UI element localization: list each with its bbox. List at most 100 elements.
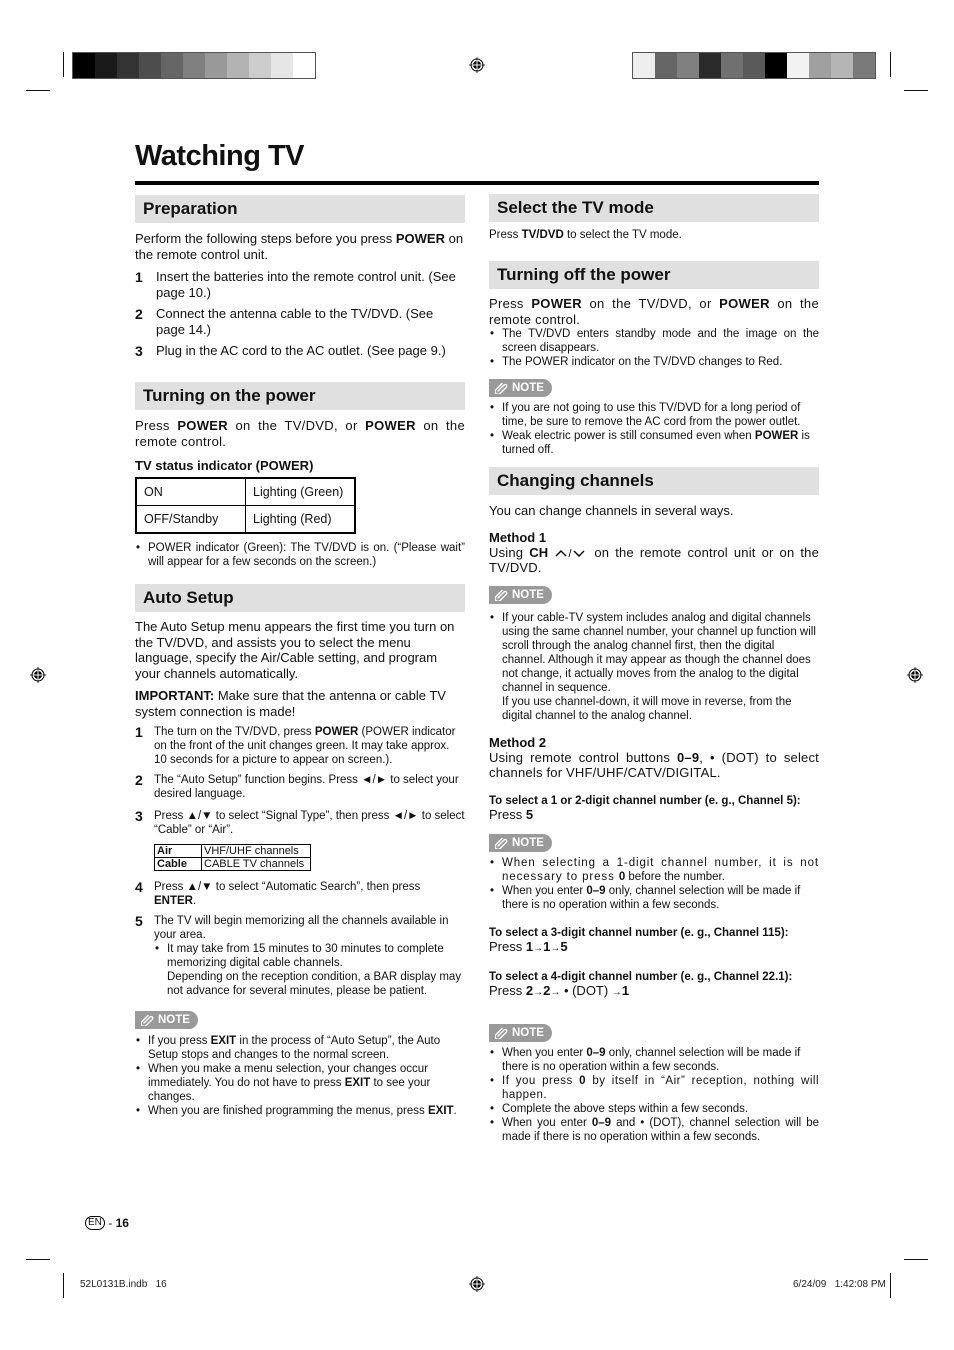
- color-swatch: [677, 53, 699, 78]
- step-item: 3 Press ▲/▼ to select “Signal Type”, then…: [135, 809, 465, 837]
- crop-mark: [26, 90, 50, 91]
- channel-up-down-icon: /: [555, 548, 585, 560]
- arrow-right-icon: →: [550, 986, 561, 998]
- select-3-digit-label: To select a 3-digit channel number (e. g…: [489, 927, 789, 939]
- key: • (DOT): [563, 982, 609, 998]
- color-swatch: [853, 53, 875, 78]
- text: POWER: [754, 430, 799, 442]
- power-off-section: Turning off the power Press POWER on the…: [489, 261, 819, 457]
- color-swatch: [809, 53, 831, 78]
- bullet: •: [136, 542, 141, 554]
- note-badge: NOTE: [489, 1024, 552, 1042]
- text: on the TV/DVD, or: [581, 296, 720, 311]
- text: Perform the following steps before you p…: [135, 231, 396, 246]
- step-number: 2: [135, 772, 143, 788]
- bullet-item: • When selecting a 1-digit channel number…: [489, 856, 819, 884]
- text: POWER: [177, 418, 228, 433]
- step-text: The TV will begin memorizing all the cha…: [154, 914, 465, 998]
- note-label: NOTE: [512, 837, 544, 849]
- text: It may take from 15 minutes to 30 minute…: [167, 943, 444, 969]
- text: The TV/DVD enters standby mode and the i…: [502, 328, 819, 354]
- note-badge: NOTE: [135, 1011, 198, 1029]
- text: If you press: [502, 1075, 580, 1087]
- text: Press: [489, 296, 532, 311]
- note-block: NOTE • When you enter 0–9 only, channel s…: [489, 1024, 819, 1144]
- table-cell: Lighting (Red): [245, 505, 356, 534]
- text: Press: [489, 939, 526, 954]
- step-number: 1: [135, 269, 143, 285]
- preparation-intro: Perform the following steps before you p…: [135, 231, 465, 262]
- step-number: 5: [135, 913, 143, 929]
- bullet-item: • If you press 0 by itself in “Air” recep…: [489, 1074, 819, 1102]
- status-indicator-table: ON Lighting (Green) OFF/Standby Lighting (…: [135, 477, 356, 534]
- preparation-section: Preparation Perform the following steps …: [135, 195, 465, 359]
- bullet-item: • The POWER indicator on the TV/DVD chang…: [489, 355, 819, 369]
- bullet: •: [136, 1063, 141, 1075]
- color-swatch: [721, 53, 743, 78]
- registration-mark-icon: [469, 57, 485, 73]
- step-item: 2 Connect the antenna cable to the TV/DVD…: [135, 306, 465, 338]
- text: EXIT: [210, 1035, 237, 1047]
- crop-mark: [26, 1259, 50, 1260]
- select-2-digit-label: To select a 1 or 2-digit channel number …: [489, 794, 801, 807]
- bullet-item: • When you enter 0–9 and • (DOT), channel…: [489, 1116, 819, 1144]
- table-cell: Cable: [154, 857, 202, 871]
- text: ENTER: [154, 895, 193, 907]
- step-item: 3 Plug in the AC cord to the AC outlet. (…: [135, 343, 465, 359]
- text: If you press: [148, 1035, 211, 1047]
- color-swatch: [293, 53, 315, 78]
- note-label: NOTE: [512, 588, 544, 601]
- color-swatch: [271, 53, 293, 78]
- crop-mark: [890, 52, 891, 77]
- arrow-right-icon: →: [533, 986, 544, 998]
- note-block: NOTE • When selecting a 1-digit channel n…: [489, 834, 819, 912]
- bullet: •: [490, 857, 495, 869]
- text: .: [192, 895, 197, 907]
- bullet-item: • The TV/DVD enters standby mode and the …: [489, 327, 819, 355]
- text: If your cable-TV system includes analog …: [502, 611, 816, 694]
- crop-mark: [904, 1259, 928, 1260]
- paperclip-icon: [495, 837, 508, 849]
- text: Press: [489, 229, 522, 241]
- text: The turn on the TV/DVD, press: [154, 726, 315, 738]
- text: Press: [489, 806, 526, 822]
- page-number: EN - 16: [85, 1216, 129, 1230]
- channels-intro: You can change channels in several ways.: [489, 503, 734, 518]
- method-1-text: Using CH / on the remote control unit or…: [489, 545, 819, 576]
- status-table-title: TV status indicator (POWER): [135, 458, 314, 473]
- changing-channels-section: Changing channels You can change channel…: [489, 467, 819, 1144]
- note-label: NOTE: [158, 1014, 190, 1026]
- select-4-digit-label: To select a 4-digit channel number (e. g…: [489, 970, 793, 983]
- step-text: The turn on the TV/DVD, press POWER (POW…: [154, 725, 465, 767]
- text: EXIT: [344, 1077, 371, 1089]
- table-cell: ON: [135, 477, 246, 506]
- auto-setup-intro: The Auto Setup menu appears the first ti…: [135, 619, 455, 681]
- key: 5: [560, 939, 568, 954]
- text: 16: [115, 1216, 129, 1230]
- text: on the TV/DVD, or: [227, 418, 366, 433]
- bullet: •: [490, 1103, 495, 1115]
- text: Press ▲/▼ to select “Automatic Search”, …: [154, 881, 421, 893]
- section-heading: Auto Setup: [135, 584, 465, 612]
- step-text: Insert the batteries into the remote con…: [156, 269, 456, 300]
- text: When you are finished programming the me…: [148, 1105, 428, 1117]
- note-badge: NOTE: [489, 379, 552, 397]
- section-heading: Changing channels: [489, 467, 819, 495]
- table-cell: Lighting (Green): [245, 477, 356, 506]
- select-2-digit-press: Press 5: [489, 807, 819, 823]
- arrow-right-icon: →: [533, 943, 544, 954]
- text: CH: [529, 544, 549, 560]
- bullet: •: [490, 1047, 495, 1059]
- crop-mark: [904, 90, 928, 91]
- text: When you enter: [502, 1117, 592, 1129]
- bullet: •: [490, 356, 495, 368]
- color-calibration-bar-right: [632, 52, 876, 79]
- text: POWER: [365, 418, 416, 433]
- text: 0–9: [677, 749, 700, 765]
- step-item: 5 The TV will begin memorizing all the c…: [135, 914, 465, 998]
- method-2-text: Using remote control buttons 0–9, • (DOT…: [489, 750, 819, 781]
- step-number: 1: [135, 724, 143, 740]
- step-text: Connect the antenna cable to the TV/DVD.…: [156, 306, 434, 337]
- bullet-item: • When you enter 0–9 only, channel select…: [489, 1046, 819, 1074]
- step-item: 1 Insert the batteries into the remote co…: [135, 269, 465, 301]
